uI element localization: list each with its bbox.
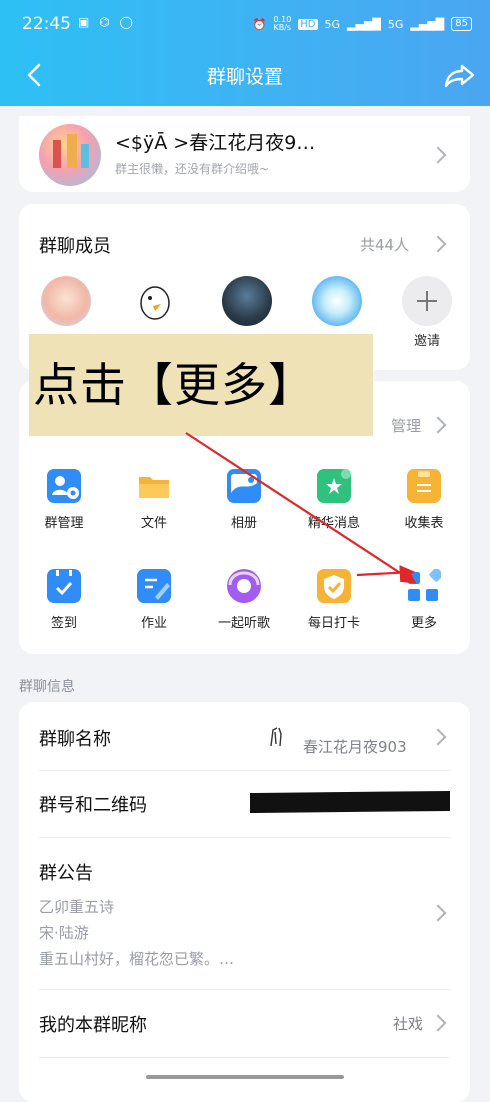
app-label: 群管理 (44, 516, 84, 531)
redacted-number (250, 790, 450, 814)
member-avatar[interactable] (312, 276, 362, 326)
hd-badge: HD (298, 18, 318, 30)
signal-bars-icon: ▂▄▆█ (410, 17, 445, 31)
tutorial-overlay: 点击【更多】 (29, 334, 373, 436)
status-bar: 22:45 ▣ ⌬ ◯ ⏰ 0.10 KB/s HD 5G ▂▄▆█ 5G ▂▄… (0, 0, 490, 52)
notice-line: 重五山村好，榴花忽已繁。… (39, 950, 235, 968)
clipboard-icon (407, 469, 441, 503)
more-apps-icon (407, 567, 444, 603)
signal-5g-2: 5G (387, 17, 404, 31)
app-homework[interactable]: 作业 (114, 569, 194, 631)
app-daily-checkin[interactable]: 每日打卡 (294, 569, 374, 631)
signal-5g-1: 5G (324, 17, 341, 31)
member-avatar[interactable] (131, 276, 181, 326)
plus-icon (417, 291, 437, 311)
group-profile-card[interactable]: <$ÿĀ >春江花月夜9… 群主很懒，还没有群介绍哦~ (19, 116, 470, 192)
app-label: 一起听歌 (217, 616, 270, 631)
folder-icon (137, 469, 171, 503)
member-avatar[interactable] (41, 276, 91, 326)
my-nickname-value: 社戏 (393, 1015, 424, 1033)
chevron-right-icon (429, 1014, 447, 1032)
home-indicator[interactable] (146, 1075, 344, 1079)
invite-button[interactable] (402, 276, 452, 326)
member-avatar[interactable] (222, 276, 272, 326)
app-label: 作业 (140, 616, 167, 631)
group-info-card: 群聊名称 春江花月夜903 群号和二维码 群公告 乙卯重五诗 宋·陆游 重五山村… (19, 702, 470, 1102)
album-icon (227, 469, 261, 503)
app-label: 签到 (50, 616, 77, 631)
net-speed: 0.10 KB/s (273, 15, 292, 32)
app-label: 文件 (140, 516, 167, 531)
hand-drawn-mark-icon (270, 727, 282, 747)
manage-link[interactable]: 管理 (391, 415, 421, 436)
app-label: 更多 (410, 616, 437, 631)
app-label: 精华消息 (307, 516, 360, 531)
invite-label: 邀请 (413, 334, 440, 349)
app-group-manage[interactable]: 群管理 (24, 469, 104, 531)
group-avatar (39, 124, 101, 186)
notice-line: 乙卯重五诗 (39, 898, 115, 916)
group-name-value: 春江花月夜903 (303, 738, 407, 756)
notification-icons: ▣ ⌬ ◯ (78, 15, 136, 29)
signal-bars-icon: ▂▄▆█ (347, 17, 381, 31)
app-files[interactable]: 文件 (114, 469, 194, 531)
section-label: 群聊信息 (19, 679, 75, 695)
members-title: 群聊成员 (39, 236, 111, 257)
chevron-right-icon (429, 904, 447, 922)
app-label: 每日打卡 (307, 616, 360, 631)
chevron-right-icon (429, 416, 447, 434)
group-notice-label[interactable]: 群公告 (39, 859, 93, 885)
app-label: 收集表 (404, 516, 444, 531)
chevron-right-icon (429, 728, 447, 746)
header-bar: 22:45 ▣ ⌬ ◯ ⏰ 0.10 KB/s HD 5G ▂▄▆█ 5G ▂▄… (0, 0, 490, 106)
member-count[interactable]: 共44人 (360, 234, 409, 255)
notice-line: 宋·陆游 (39, 924, 89, 942)
app-checkin[interactable]: 签到 (24, 569, 104, 631)
group-intro: 群主很懒，还没有群介绍哦~ (115, 162, 270, 176)
status-right-icons: ⏰ 0.10 KB/s HD 5G ▂▄▆█ 5G ▂▄▆█ 85 (253, 16, 472, 32)
app-listen-together[interactable]: 一起听歌 (204, 569, 284, 631)
homework-icon (137, 569, 171, 603)
daily-checkin-icon (317, 569, 351, 603)
essence-message-icon (317, 469, 351, 503)
app-album[interactable]: 相册 (204, 469, 284, 531)
my-nickname-label[interactable]: 我的本群昵称 (39, 1011, 147, 1037)
chevron-right-icon (429, 235, 447, 253)
app-collect-form[interactable]: 收集表 (384, 469, 464, 531)
group-name-label[interactable]: 群聊名称 (39, 725, 111, 751)
group-name: <$ÿĀ >春江花月夜9… (115, 132, 316, 154)
group-manage-icon (47, 469, 81, 503)
app-more[interactable]: 更多 (384, 567, 464, 631)
page-title: 群聊设置 (206, 66, 283, 88)
status-time: 22:45 (22, 14, 71, 34)
music-together-icon (227, 569, 261, 603)
app-label: 相册 (230, 516, 257, 531)
alarm-icon: ⏰ (252, 17, 267, 31)
chevron-right-icon (429, 146, 447, 164)
app-essence[interactable]: 精华消息 (294, 469, 374, 531)
share-icon[interactable] (442, 58, 478, 92)
battery-icon: 85 (451, 17, 472, 31)
group-number-label[interactable]: 群号和二维码 (39, 791, 147, 817)
calendar-checkin-icon (47, 569, 81, 603)
